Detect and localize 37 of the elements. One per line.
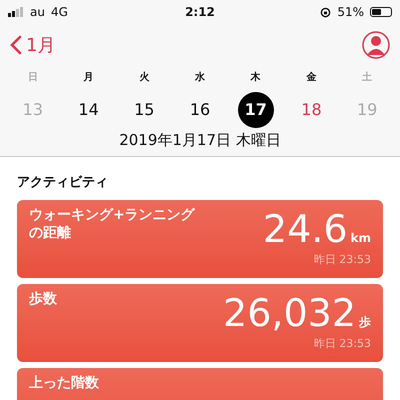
timestamp: 昨日 23:53 xyxy=(314,252,371,267)
section-heading: アクティビティ xyxy=(17,174,109,192)
timestamp: 昨日 23:53 xyxy=(314,336,371,351)
calendar-day[interactable]: 18 xyxy=(293,92,330,128)
back-link[interactable]: 1月 xyxy=(10,33,56,57)
metric-label: 上った階数 xyxy=(29,374,100,393)
weekday-label: 金 xyxy=(306,70,316,85)
battery-icon xyxy=(370,7,392,17)
activity-card[interactable]: 歩数 26,032 歩 昨日 23:53 xyxy=(17,284,383,362)
clock: 2:12 xyxy=(185,5,215,19)
metric-value: 26,032 xyxy=(223,290,356,336)
calendar-day[interactable]: 13 xyxy=(14,92,51,128)
network-type: 4G xyxy=(50,5,68,19)
weekday-label: 土 xyxy=(362,70,372,85)
activity-card[interactable]: 上った階数 xyxy=(17,368,383,400)
calendar-day[interactable]: 16 xyxy=(182,92,218,128)
weekday-label: 火 xyxy=(139,70,150,85)
metric-unit: km xyxy=(350,231,371,245)
weekday-label: 月 xyxy=(84,71,94,85)
metric-label: 歩数 xyxy=(29,290,58,309)
weekday-label: 木 xyxy=(250,70,261,85)
carrier: au xyxy=(30,5,45,19)
calendar-day[interactable]: 17 xyxy=(238,92,274,128)
activity-card[interactable]: ウォーキング+ランニングの距離 24.6 km 昨日 23:53 xyxy=(17,200,383,278)
rotation-lock-icon xyxy=(320,6,332,18)
profile-icon[interactable] xyxy=(362,31,390,59)
signal-icon xyxy=(8,7,24,17)
weekday-label: 水 xyxy=(195,70,206,85)
weekday-label: 日 xyxy=(28,71,38,85)
metric-unit: 歩 xyxy=(359,314,371,331)
calendar-day[interactable]: 19 xyxy=(349,92,386,128)
calendar-day[interactable]: 14 xyxy=(70,92,107,128)
chevron-icon xyxy=(10,35,22,55)
metric-value: 24.6 xyxy=(262,206,348,252)
calendar-day[interactable]: 15 xyxy=(126,92,162,128)
metric-label: ウォーキング+ランニングの距離 xyxy=(29,206,196,244)
battery-percent: 51% xyxy=(337,5,364,19)
